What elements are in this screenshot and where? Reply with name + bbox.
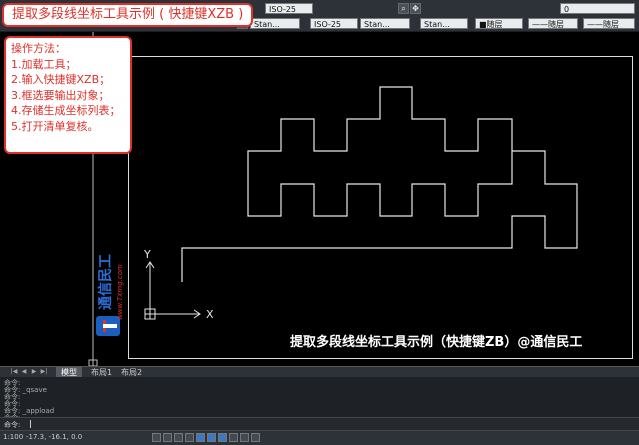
instructions-heading: 操作方法： [11, 42, 66, 55]
osnap-icon[interactable] [196, 433, 205, 442]
snap-icon[interactable] [163, 433, 172, 442]
drawing-caption: 提取多段线坐标工具示例（快捷键ZB）@通信民工 [290, 335, 583, 350]
text-style-select[interactable]: Stan... [250, 18, 300, 29]
quick-props-icon[interactable] [251, 433, 260, 442]
lineweight-select[interactable]: ——随层 [583, 18, 635, 29]
scale-readout[interactable]: 1:100 [3, 433, 23, 441]
linetype-select[interactable]: ——随层 [528, 18, 578, 29]
tab-first-icon[interactable]: |◀ [10, 368, 18, 376]
grid-icon[interactable] [152, 433, 161, 442]
title-tag: 提取多段线坐标工具示例 ( 快捷键XZB ) [2, 3, 254, 27]
instruction-step: 4.存储生成坐标列表； [11, 104, 121, 117]
coordinate-readout: -17.3, -16.1, 0.0 [26, 433, 83, 441]
tab-prev-icon[interactable]: ◀ [20, 368, 28, 376]
logo-url: www.Txmg.com [116, 264, 124, 320]
instructions-panel: 操作方法： 1.加载工具； 2.输入快捷键XZB； 3.框选要输出对象； 4.存… [4, 36, 132, 154]
pan-icon[interactable]: ✥ [410, 3, 421, 14]
command-caret [30, 420, 31, 428]
ducs-icon[interactable] [218, 433, 227, 442]
command-prompt: 命令: [4, 421, 21, 429]
dim-style-select-2[interactable]: ISO-25 [265, 3, 313, 14]
command-input[interactable]: 命令: [0, 417, 639, 430]
multileader-style-select[interactable]: Stan... [420, 18, 468, 29]
color-select[interactable]: ■随层 [475, 18, 523, 29]
ortho-icon[interactable] [174, 433, 183, 442]
instruction-step: 2.输入快捷键XZB； [11, 73, 111, 86]
layer-select[interactable]: 0 [560, 3, 635, 14]
tab-next-icon[interactable]: ▶ [30, 368, 38, 376]
zoom-icon[interactable]: ⌕ [398, 3, 409, 14]
tab-last-icon[interactable]: ▶| [40, 368, 48, 376]
instruction-step: 3.框选要输出对象； [11, 88, 110, 102]
dim-style-select[interactable]: ISO-25 [310, 18, 358, 29]
table-style-select[interactable]: Stan... [360, 18, 410, 29]
dyn-icon[interactable] [229, 433, 238, 442]
instruction-step: 5.打开清单复核。 [11, 119, 99, 133]
status-bar: 1:100 -17.3, -16.1, 0.0 [0, 430, 639, 445]
axis-x-label: X [206, 308, 214, 321]
logo-text: 通信民工 [97, 254, 114, 310]
polyline-shape [181, 86, 578, 282]
otrack-icon[interactable] [207, 433, 216, 442]
instruction-step: 1.加载工具； [11, 57, 77, 71]
polar-icon[interactable] [185, 433, 194, 442]
axis-y-label: Y [143, 248, 151, 261]
lineweight-icon[interactable] [240, 433, 249, 442]
